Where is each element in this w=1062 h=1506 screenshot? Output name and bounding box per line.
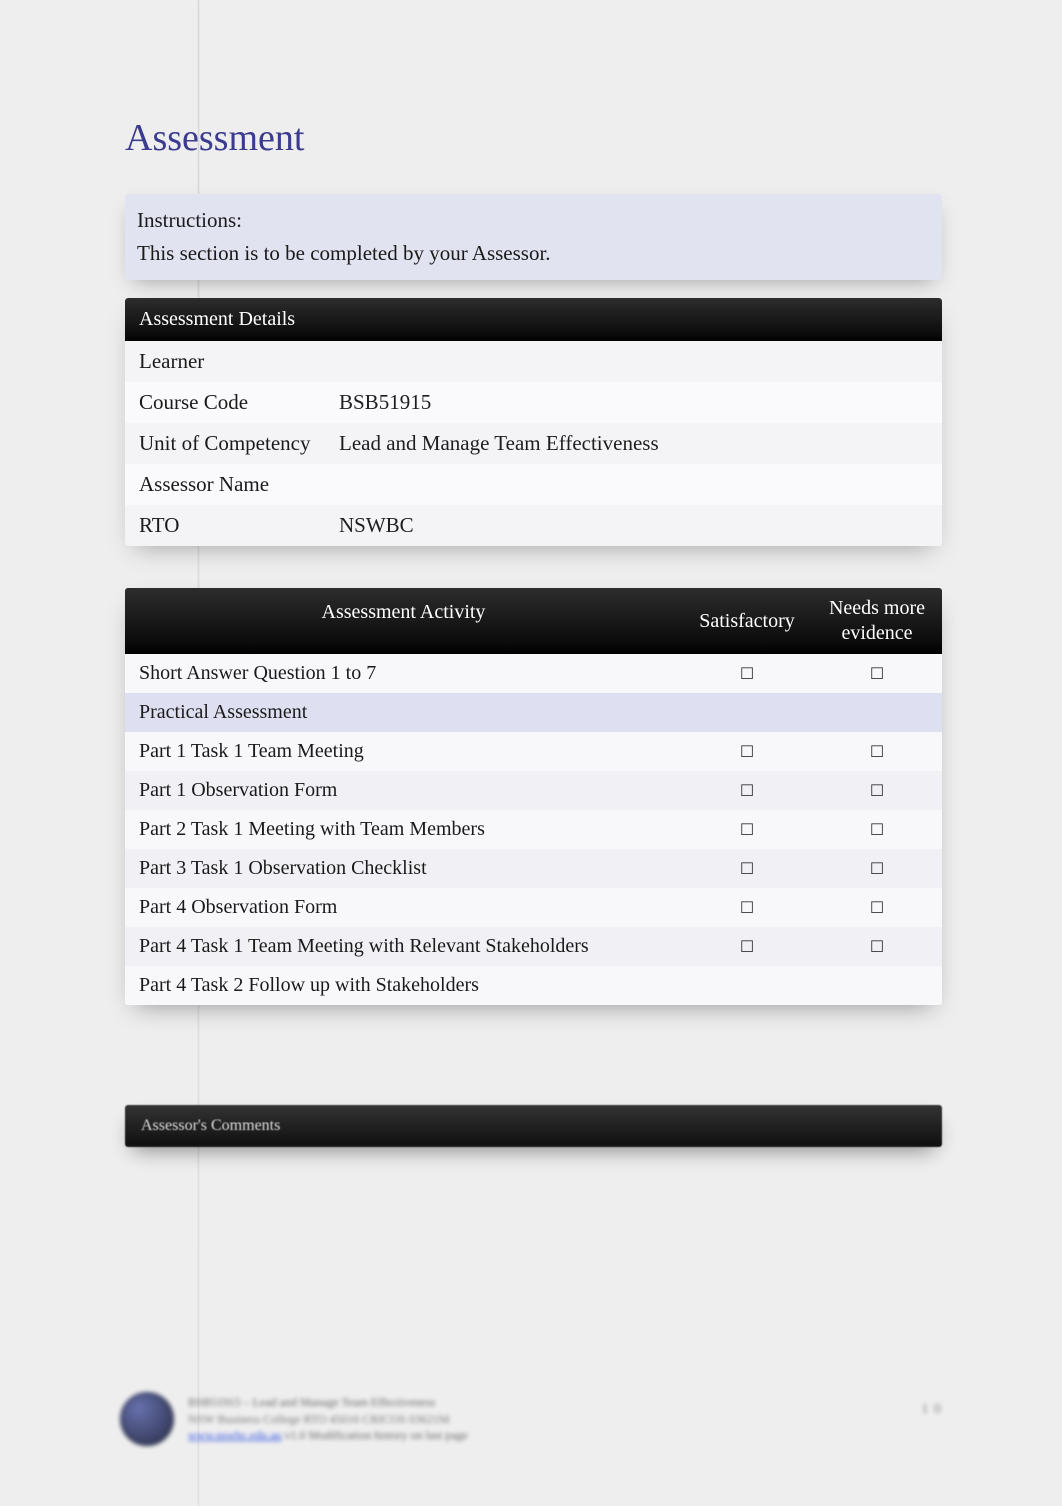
- activity-row: Part 4 Task 1 Team Meeting with Relevant…: [125, 927, 942, 966]
- instructions-box: Instructions: This section is to be comp…: [125, 194, 942, 280]
- col-header-activity: Assessment Activity: [125, 588, 682, 654]
- checkbox-needs-evidence[interactable]: ☐: [812, 851, 942, 887]
- detail-label-assessor: Assessor Name: [125, 464, 325, 505]
- detail-value-unit: Lead and Manage Team Effectiveness: [325, 423, 942, 464]
- detail-value-course-code: BSB51915: [325, 382, 942, 423]
- table-row: Learner: [125, 341, 942, 382]
- table-row: RTO NSWBC: [125, 505, 942, 546]
- checkbox-needs-evidence[interactable]: ☐: [812, 929, 942, 965]
- detail-value-rto: NSWBC: [325, 505, 942, 546]
- checkbox-needs-evidence[interactable]: [812, 978, 942, 994]
- activity-subheader-label: Practical Assessment: [125, 693, 942, 732]
- assessment-details-table: Learner Course Code BSB51915 Unit of Com…: [125, 341, 942, 546]
- activity-table: Assessment Activity Satisfactory Needs m…: [125, 588, 942, 1005]
- checkbox-satisfactory[interactable]: ☐: [682, 812, 812, 848]
- checkbox-satisfactory[interactable]: ☐: [682, 851, 812, 887]
- activity-label: Part 4 Task 2 Follow up with Stakeholder…: [125, 966, 682, 1005]
- checkbox-satisfactory[interactable]: ☐: [682, 656, 812, 692]
- instructions-label: Instructions:: [137, 208, 930, 233]
- checkbox-satisfactory[interactable]: ☐: [682, 890, 812, 926]
- checkbox-needs-evidence[interactable]: ☐: [812, 734, 942, 770]
- page-title: Assessment: [125, 116, 942, 160]
- checkbox-needs-evidence[interactable]: ☐: [812, 890, 942, 926]
- detail-label-rto: RTO: [125, 505, 325, 546]
- detail-label-unit: Unit of Competency: [125, 423, 325, 464]
- activity-label: Part 4 Task 1 Team Meeting with Relevant…: [125, 927, 682, 966]
- table-row: Assessor Name: [125, 464, 942, 505]
- activity-label: Part 1 Task 1 Team Meeting: [125, 732, 682, 771]
- instructions-text: This section is to be completed by your …: [137, 241, 930, 266]
- activity-label: Part 4 Observation Form: [125, 888, 682, 927]
- checkbox-satisfactory[interactable]: ☐: [682, 734, 812, 770]
- activity-row: Part 1 Observation Form☐☐: [125, 771, 942, 810]
- detail-label-course-code: Course Code: [125, 382, 325, 423]
- detail-value-assessor[interactable]: [325, 464, 942, 505]
- assessment-details-header: Assessment Details: [125, 298, 942, 341]
- detail-value-learner[interactable]: [325, 341, 942, 382]
- checkbox-satisfactory[interactable]: ☐: [682, 929, 812, 965]
- assessment-details-section: Assessment Details Learner Course Code B…: [125, 298, 942, 546]
- page-body: Assessment Instructions: This section is…: [0, 0, 1062, 1506]
- col-header-needs-evidence: Needs more evidence: [812, 588, 942, 654]
- activity-table-header: Assessment Activity Satisfactory Needs m…: [125, 588, 942, 654]
- activity-row: Short Answer Question 1 to 7☐☐: [125, 654, 942, 693]
- activity-row: Part 4 Observation Form☐☐: [125, 888, 942, 927]
- activity-label: Part 3 Task 1 Observation Checklist: [125, 849, 682, 888]
- table-row: Unit of Competency Lead and Manage Team …: [125, 423, 942, 464]
- activity-label: Part 2 Task 1 Meeting with Team Members: [125, 810, 682, 849]
- checkbox-needs-evidence[interactable]: ☐: [812, 812, 942, 848]
- checkbox-satisfactory[interactable]: [682, 978, 812, 994]
- checkbox-needs-evidence[interactable]: ☐: [812, 773, 942, 809]
- checkbox-satisfactory[interactable]: ☐: [682, 773, 812, 809]
- activity-label: Part 1 Observation Form: [125, 771, 682, 810]
- activity-subheader: Practical Assessment: [125, 693, 942, 732]
- table-row: Course Code BSB51915: [125, 382, 942, 423]
- checkbox-needs-evidence[interactable]: ☐: [812, 656, 942, 692]
- activity-row: Part 1 Task 1 Team Meeting☐☐: [125, 732, 942, 771]
- activity-label: Short Answer Question 1 to 7: [125, 654, 682, 693]
- activity-row: Part 3 Task 1 Observation Checklist☐☐: [125, 849, 942, 888]
- detail-label-learner: Learner: [125, 341, 325, 382]
- col-header-satisfactory: Satisfactory: [682, 588, 812, 654]
- activity-row: Part 4 Task 2 Follow up with Stakeholder…: [125, 966, 942, 1005]
- activity-row: Part 2 Task 1 Meeting with Team Members☐…: [125, 810, 942, 849]
